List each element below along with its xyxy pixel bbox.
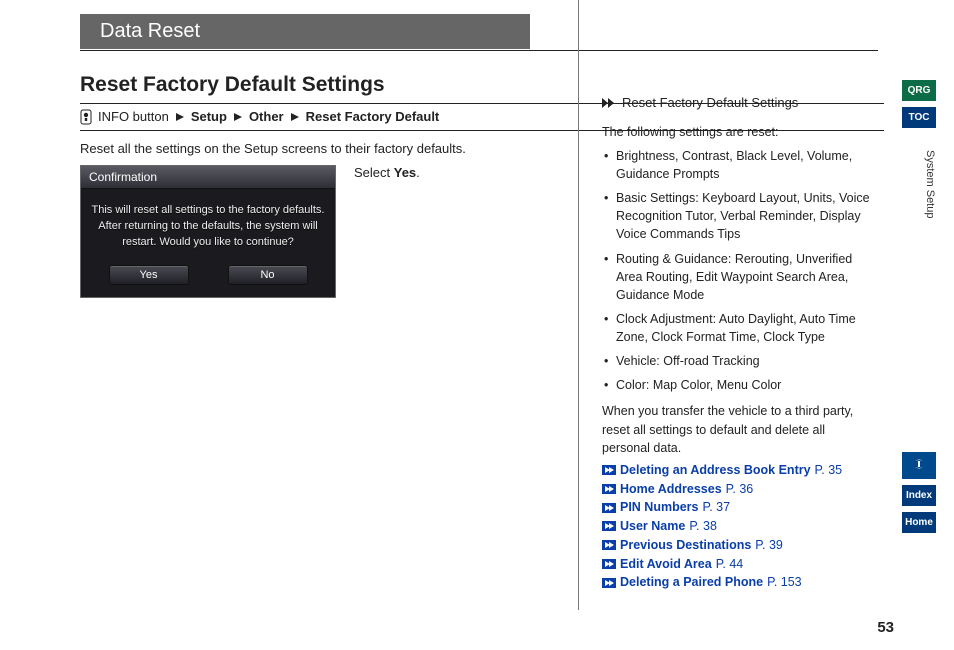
- link-row[interactable]: Home Addresses P. 36: [602, 480, 872, 499]
- top-rule: [80, 50, 878, 51]
- breadcrumb-step: Reset Factory Default: [306, 108, 440, 126]
- column-divider: [578, 0, 579, 610]
- instruction-text: Select Yes.: [354, 165, 420, 180]
- link-page: P. 153: [767, 573, 802, 592]
- link-label: Edit Avoid Area: [620, 555, 712, 574]
- instruction-bold: Yes: [394, 165, 416, 180]
- dialog-no-button: No: [228, 265, 308, 285]
- link-label: Home Addresses: [620, 480, 722, 499]
- tab-index[interactable]: Index: [902, 485, 936, 506]
- link-label: Deleting an Address Book Entry: [620, 461, 811, 480]
- link-row[interactable]: PIN Numbers P. 37: [602, 498, 872, 517]
- link-page: P. 37: [703, 498, 731, 517]
- voice-icon: [912, 457, 926, 471]
- link-label: User Name: [620, 517, 685, 536]
- link-icon: [602, 521, 616, 531]
- side-header-text: Reset Factory Default Settings: [622, 94, 798, 113]
- link-icon: [602, 559, 616, 569]
- transfer-note: When you transfer the vehicle to a third…: [602, 402, 872, 456]
- dialog-title: Confirmation: [81, 166, 335, 189]
- link-row[interactable]: User Name P. 38: [602, 517, 872, 536]
- link-icon: [602, 578, 616, 588]
- page-number: 53: [877, 619, 894, 636]
- link-page: P. 38: [689, 517, 717, 536]
- reset-items-list: Brightness, Contrast, Black Level, Volum…: [602, 147, 872, 395]
- list-item: Routing & Guidance: Rerouting, Unverifie…: [602, 250, 872, 304]
- tab-home[interactable]: Home: [902, 512, 936, 533]
- list-item: Brightness, Contrast, Black Level, Volum…: [602, 147, 872, 183]
- cross-reference-links: Deleting an Address Book Entry P. 35 Hom…: [602, 461, 872, 592]
- dialog-yes-button: Yes: [109, 265, 189, 285]
- list-item: Clock Adjustment: Auto Daylight, Auto Ti…: [602, 310, 872, 346]
- link-icon: [602, 465, 616, 475]
- dialog-body: This will reset all settings to the fact…: [81, 189, 335, 257]
- double-chevron-icon: [602, 98, 616, 108]
- link-label: Previous Destinations: [620, 536, 751, 555]
- side-column: Reset Factory Default Settings The follo…: [602, 94, 872, 592]
- list-item: Vehicle: Off-road Tracking: [602, 352, 872, 370]
- link-icon: [602, 484, 616, 494]
- side-header: Reset Factory Default Settings: [602, 94, 872, 113]
- link-label: PIN Numbers: [620, 498, 699, 517]
- link-row[interactable]: Previous Destinations P. 39: [602, 536, 872, 555]
- instruction-suffix: .: [416, 165, 420, 180]
- breadcrumb-step: Other: [249, 108, 284, 126]
- tab-voice[interactable]: [902, 452, 936, 479]
- link-row[interactable]: Deleting an Address Book Entry P. 35: [602, 461, 872, 480]
- confirmation-dialog-figure: Confirmation This will reset all setting…: [80, 165, 336, 298]
- chevron-right-icon: [175, 112, 185, 122]
- manual-page: Data Reset Reset Factory Default Setting…: [0, 0, 954, 650]
- instruction-prefix: Select: [354, 165, 394, 180]
- chevron-right-icon: [233, 112, 243, 122]
- link-row[interactable]: Deleting a Paired Phone P. 153: [602, 573, 872, 592]
- breadcrumb-step: Setup: [191, 108, 227, 126]
- link-page: P. 36: [726, 480, 754, 499]
- dialog-buttons: Yes No: [81, 257, 335, 297]
- info-button-icon: [80, 109, 92, 125]
- link-page: P. 44: [716, 555, 744, 574]
- link-page: P. 35: [815, 461, 843, 480]
- right-edge-tabs: QRG TOC System Setup Index Home: [902, 80, 936, 533]
- tab-toc[interactable]: TOC: [902, 107, 936, 128]
- link-row[interactable]: Edit Avoid Area P. 44: [602, 555, 872, 574]
- list-item: Basic Settings: Keyboard Layout, Units, …: [602, 189, 872, 243]
- link-icon: [602, 540, 616, 550]
- breadcrumb-start: INFO button: [98, 108, 169, 126]
- link-page: P. 39: [755, 536, 783, 555]
- chevron-right-icon: [290, 112, 300, 122]
- section-side-label: System Setup: [924, 134, 936, 234]
- list-item: Color: Map Color, Menu Color: [602, 376, 872, 394]
- tab-qrg[interactable]: QRG: [902, 80, 936, 101]
- link-icon: [602, 503, 616, 513]
- side-lead: The following settings are reset:: [602, 123, 872, 141]
- link-label: Deleting a Paired Phone: [620, 573, 763, 592]
- chapter-tab: Data Reset: [80, 14, 530, 49]
